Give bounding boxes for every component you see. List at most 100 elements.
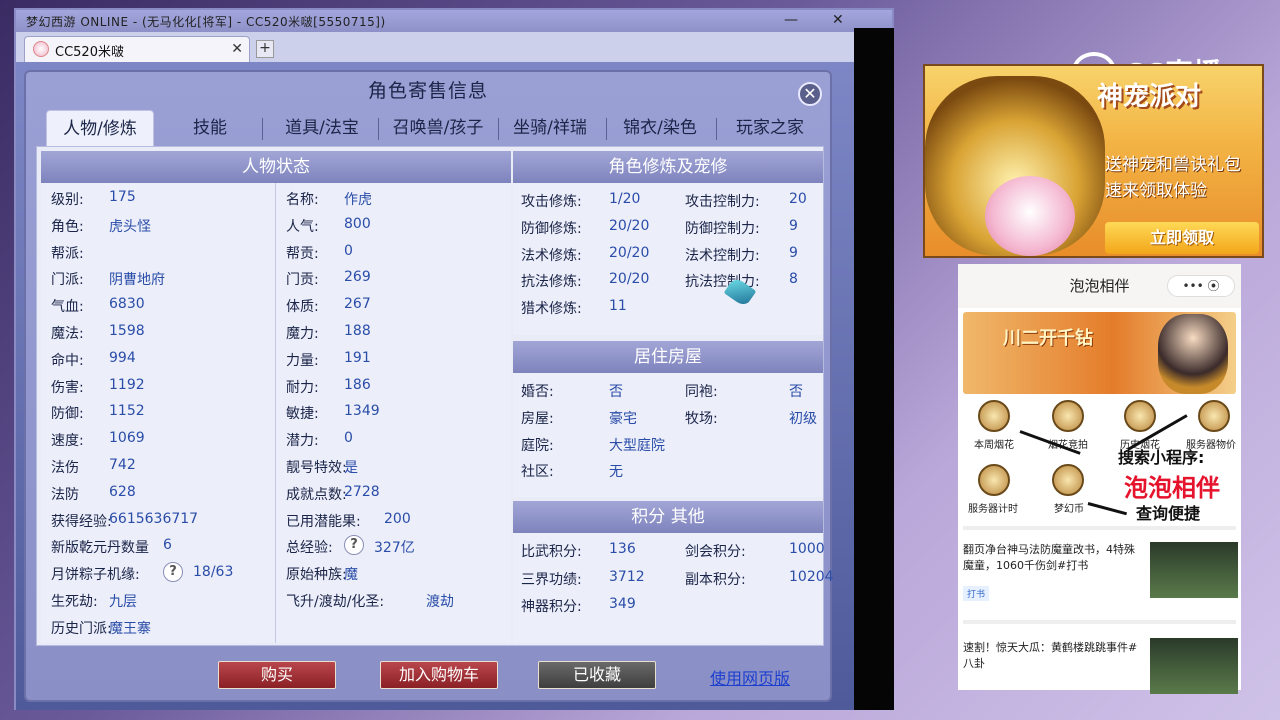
mini-app-banner[interactable]: 川二开千钻 [963, 312, 1236, 394]
price-icon[interactable] [1198, 400, 1230, 432]
stat-row: 飞升/渡劫/化圣: 渡劫 [276, 587, 511, 613]
close-window-icon[interactable]: ✕ [832, 12, 844, 28]
stat-label: 魔法: [51, 326, 84, 342]
tab-player-home[interactable]: 玩家之家 [722, 110, 818, 146]
stat-row: 帮派: [41, 239, 275, 265]
mini-icon-label: 本周烟花 [974, 440, 1014, 451]
new-tab-icon[interactable]: + [256, 40, 274, 58]
stat-row: 级别: 175 [41, 185, 275, 211]
stat-value: 6830 [109, 296, 145, 313]
stat-row: 帮贡: 0 [276, 239, 511, 265]
stat-label: 房屋: [521, 410, 554, 427]
coin-icon[interactable] [1052, 464, 1084, 496]
tab-outfits[interactable]: 锦衣/染色 [612, 110, 708, 146]
news-item-2[interactable]: 速割！惊天大瓜：黄鹤楼跳跳事件#八卦 [963, 640, 1143, 672]
stat-value: 大型庭院 [609, 437, 665, 454]
add-to-cart-button[interactable]: 加入购物车 [380, 661, 498, 689]
stat-label: 耐力: [286, 379, 319, 396]
stat-value: 994 [109, 349, 136, 366]
window-title: 梦幻西游 ONLINE - (无马化化[将军] - CC520米啵[555071… [16, 10, 892, 32]
tab-pets[interactable]: 召唤兽/孩子 [382, 110, 494, 146]
auction-icon[interactable] [1052, 400, 1084, 432]
stat-row: 生死劫: 九层 [41, 587, 275, 613]
stat-value: 9 [789, 217, 798, 234]
dialog-title: 角色寄售信息 [367, 80, 488, 102]
stat-row: 潜力: 0 [276, 426, 511, 452]
stat-row: 新版乾元丹数量 6 [41, 533, 275, 559]
stat-row: 人气: 800 [276, 212, 511, 238]
pet-icon [985, 176, 1075, 256]
stat-value: 否 [789, 384, 803, 400]
stat-value: 267 [344, 296, 371, 313]
stat-value: 742 [109, 457, 136, 473]
points-section: 比武积分: 136 剑会积分: 1000 三界功绩: 3712 副本积分: 10204 神器积分… [513, 533, 834, 643]
stat-label: 飞升/渡劫/化圣: [286, 594, 385, 610]
stat-row: 力量: 191 [276, 346, 511, 372]
news-thumbnail[interactable] [1150, 542, 1238, 598]
separator [963, 526, 1236, 530]
cultivation-section: 攻击修炼: 1/20 攻击控制力: 20 防御修炼: 20/20 防御控制力: 9 法术修炼: 2… [513, 183, 823, 335]
character-sale-dialog: 角色寄售信息 ✕ 人物/修炼 技能 道具/法宝 召唤兽/孩子 坐骑/祥瑞 锦衣/… [24, 70, 834, 702]
character-status-header: 人物状态 [41, 151, 511, 183]
mini-app-menu[interactable]: ••• ⦿ [1167, 275, 1235, 297]
promo-app-name: 泡泡相伴 [1124, 474, 1220, 502]
tab-separator [378, 118, 379, 140]
claim-button[interactable]: 立即领取 [1105, 222, 1259, 254]
stat-row: 魔力: 188 [276, 319, 511, 345]
ad-line1: 送神宠和兽诀礼包 [1105, 155, 1241, 175]
history-icon[interactable] [1124, 400, 1156, 432]
tab-mounts[interactable]: 坐骑/祥瑞 [502, 110, 598, 146]
stat-value: 是 [344, 460, 358, 476]
stat-label: 猎术修炼: [521, 301, 582, 318]
stat-row: 婚否: 否 同袍: 否 [513, 377, 823, 403]
stat-row: 敏捷: 1349 [276, 399, 511, 425]
points-header: 积分 其他 [513, 501, 823, 533]
stat-value: 800 [344, 215, 371, 232]
help-icon[interactable]: ? [344, 535, 364, 556]
tab-separator [716, 118, 717, 140]
stat-label: 已用潜能果: [286, 513, 361, 530]
buy-button[interactable]: 购买 [218, 661, 336, 689]
browser-tab[interactable]: CC520米啵 ✕ [24, 36, 250, 62]
ad-banner[interactable]: 神宠派对 送神宠和兽诀礼包 速来领取体验 立即领取 [923, 64, 1264, 258]
stat-value: 20/20 [609, 271, 650, 288]
close-tab-icon[interactable]: ✕ [231, 41, 243, 57]
stat-value: 无 [609, 464, 623, 481]
mini-icon-label: 服务器计时 [968, 504, 1018, 515]
character-status-right: 名称: 作虎 人气: 800 帮贡: 0 门贡: 269 体质: 267 魔力: 188 力量: 191 耐… [276, 183, 511, 643]
ad-line2: 速来领取体验 [1105, 181, 1207, 201]
close-icon[interactable]: ✕ [798, 82, 822, 106]
fireworks-icon[interactable] [978, 400, 1010, 432]
help-icon[interactable]: ? [163, 562, 183, 583]
stat-label: 防御控制力: [685, 220, 760, 237]
news-thumbnail[interactable] [1150, 638, 1238, 694]
mini-banner-text: 川二开千钻 [1003, 328, 1093, 349]
stat-label: 剑会积分: [685, 544, 746, 560]
stat-row: 伤害: 1192 [41, 373, 275, 399]
stat-row: 比武积分: 136 剑会积分: 1000 [513, 537, 825, 563]
minimize-icon[interactable]: — [784, 12, 798, 28]
tab-items[interactable]: 道具/法宝 [272, 110, 372, 146]
stat-value: 虎头怪 [109, 218, 151, 235]
stat-row: 月饼粽子机缘:? 18/63 [41, 560, 275, 586]
web-version-link[interactable]: 使用网页版 [710, 665, 790, 689]
tab-character[interactable]: 人物/修炼 [46, 110, 154, 146]
stat-row: 气血: 6830 [41, 292, 275, 318]
stat-value: 10204 [789, 568, 834, 585]
stat-label: 魔力: [286, 326, 319, 342]
news-item-1[interactable]: 翻页净台神马法防魔童改书，4特殊魔童，1060千伤剑#打书 [963, 542, 1143, 574]
collected-button[interactable]: 已收藏 [538, 661, 656, 689]
stat-label: 门贡: [286, 272, 319, 289]
timer-icon[interactable] [978, 464, 1010, 496]
stat-label: 三界功绩: [521, 571, 582, 588]
stat-value: 0 [344, 242, 353, 259]
stat-value: 1152 [109, 403, 145, 420]
stat-row: 体质: 267 [276, 292, 511, 318]
stat-value: 1/20 [609, 191, 641, 207]
tab-skills[interactable]: 技能 [166, 110, 254, 146]
stat-label: 力量: [286, 352, 319, 369]
stat-row: 神器积分: 349 [513, 592, 823, 618]
stat-row: 名称: 作虎 [276, 185, 511, 211]
side-strip [854, 28, 894, 710]
promo-search-text: 搜索小程序: [1118, 448, 1205, 467]
